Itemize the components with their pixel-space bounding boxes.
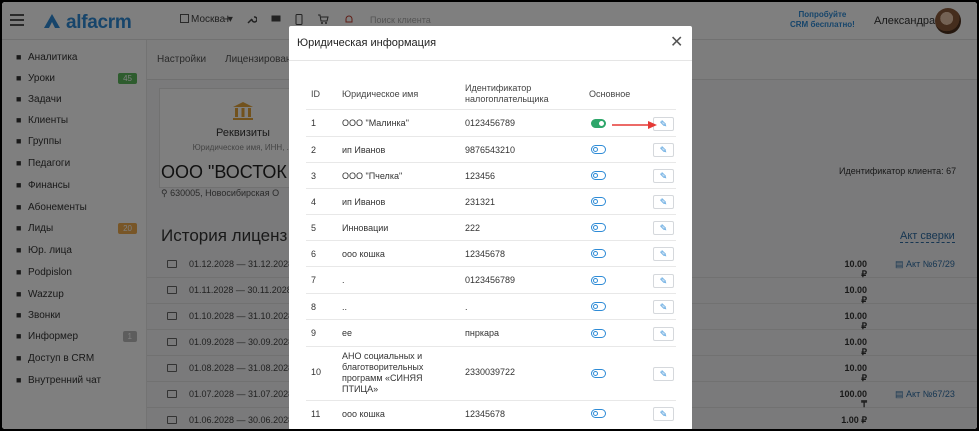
column-header-inn: Идентификатор налогоплательщика bbox=[465, 83, 549, 104]
row-id: 11 bbox=[311, 409, 321, 419]
pencil-icon: ✎ bbox=[659, 119, 668, 129]
row-id: 6 bbox=[311, 249, 317, 259]
main-toggle[interactable] bbox=[591, 276, 606, 285]
row-inn: 12345678 bbox=[465, 249, 506, 259]
row-legal-name: ооо кошка bbox=[342, 409, 385, 419]
edit-button[interactable]: ✎ bbox=[653, 221, 674, 235]
row-inn: 231321 bbox=[465, 197, 496, 207]
table-row: 10 АНО социальных и благотворительных про… bbox=[306, 346, 676, 400]
main-toggle[interactable] bbox=[591, 145, 606, 154]
pencil-icon: ✎ bbox=[659, 276, 668, 286]
row-inn: 12345678 bbox=[465, 409, 506, 419]
app-window: alfacrm Москва ▾ + Поиск клиента Попробу… bbox=[2, 2, 977, 429]
red-arrow-annotation bbox=[612, 121, 657, 129]
table-row: 9 ее пнркара ✎ bbox=[306, 319, 676, 346]
row-id: 7 bbox=[311, 275, 317, 285]
row-legal-name: ооо кошка bbox=[342, 249, 385, 259]
table-row: 3 ООО "Пчелка" 123456 ✎ bbox=[306, 162, 676, 188]
row-legal-name: ООО "Пчелка" bbox=[342, 171, 403, 181]
main-toggle[interactable] bbox=[591, 119, 606, 128]
column-header-main: Основное bbox=[589, 89, 631, 99]
main-toggle[interactable] bbox=[591, 223, 606, 232]
row-id: 4 bbox=[311, 197, 317, 207]
pencil-icon: ✎ bbox=[659, 197, 668, 207]
edit-button[interactable]: ✎ bbox=[653, 195, 674, 209]
pencil-icon: ✎ bbox=[659, 145, 668, 155]
pencil-icon: ✎ bbox=[659, 302, 668, 312]
modal-divider bbox=[289, 60, 692, 61]
row-id: 1 bbox=[311, 118, 317, 128]
edit-button[interactable]: ✎ bbox=[653, 247, 674, 261]
row-legal-name: Инновации bbox=[342, 223, 389, 233]
main-toggle[interactable] bbox=[591, 409, 606, 418]
table-row: 8... ✎ bbox=[306, 293, 676, 319]
row-legal-name: ип Иванов bbox=[342, 145, 386, 155]
edit-button[interactable]: ✎ bbox=[653, 300, 674, 314]
row-legal-name: АНО социальных и благотворительных прогр… bbox=[342, 351, 424, 394]
pencil-icon: ✎ bbox=[659, 409, 668, 419]
row-id: 2 bbox=[311, 145, 317, 155]
column-header-id: ID bbox=[311, 89, 320, 99]
close-icon[interactable]: ✕ bbox=[670, 32, 683, 52]
table-row: 7. 0123456789 ✎ bbox=[306, 266, 676, 293]
row-inn: 123456 bbox=[465, 171, 496, 181]
edit-button[interactable]: ✎ bbox=[653, 274, 674, 288]
edit-button[interactable]: ✎ bbox=[653, 169, 674, 183]
row-inn: 2330039722 bbox=[465, 367, 516, 377]
pencil-icon: ✎ bbox=[659, 369, 668, 379]
main-toggle[interactable] bbox=[591, 302, 606, 311]
row-legal-name: . bbox=[342, 275, 345, 285]
modal-title: Юридическая информация bbox=[297, 37, 437, 49]
row-inn: 9876543210 bbox=[465, 145, 516, 155]
row-id: 3 bbox=[311, 171, 317, 181]
row-inn: 0123456789 bbox=[465, 118, 516, 128]
main-toggle[interactable] bbox=[591, 197, 606, 206]
row-inn: пнркара bbox=[465, 328, 500, 338]
table-row: 2 ип Иванов 9876543210 ✎ bbox=[306, 136, 676, 162]
row-legal-name: .. bbox=[342, 302, 348, 312]
row-id: 10 bbox=[311, 367, 322, 377]
row-id: 9 bbox=[311, 328, 317, 338]
row-inn: 222 bbox=[465, 223, 481, 233]
edit-button[interactable]: ✎ bbox=[653, 407, 674, 421]
row-legal-name: ее bbox=[342, 328, 353, 338]
table-row: 5 Инновации 222 ✎ bbox=[306, 214, 676, 240]
pencil-icon: ✎ bbox=[659, 223, 668, 233]
edit-button[interactable]: ✎ bbox=[653, 367, 674, 381]
column-header-name: Юридическое имя bbox=[342, 89, 419, 99]
row-inn: 0123456789 bbox=[465, 275, 516, 285]
table-row: 6 ооо кошка 12345678 ✎ bbox=[306, 240, 676, 266]
pencil-icon: ✎ bbox=[659, 171, 668, 181]
main-toggle[interactable] bbox=[591, 171, 606, 180]
table-row: 4 ип Иванов 231321 ✎ bbox=[306, 188, 676, 214]
row-id: 5 bbox=[311, 223, 317, 233]
row-id: 8 bbox=[311, 302, 317, 312]
edit-button[interactable]: ✎ bbox=[653, 143, 674, 157]
pencil-icon: ✎ bbox=[659, 249, 668, 259]
table-row: 11 ооо кошка 12345678 ✎ bbox=[306, 400, 676, 426]
main-toggle[interactable] bbox=[591, 329, 606, 338]
row-legal-name: ООО "Малинка" bbox=[342, 118, 409, 128]
edit-button[interactable]: ✎ bbox=[653, 327, 674, 341]
pencil-icon: ✎ bbox=[659, 329, 668, 339]
main-toggle[interactable] bbox=[591, 369, 606, 378]
main-toggle[interactable] bbox=[591, 249, 606, 258]
row-inn: . bbox=[465, 302, 468, 312]
legal-info-modal: Юридическая информация ✕ ID Юридическое … bbox=[289, 26, 692, 429]
row-legal-name: ип Иванов bbox=[342, 197, 386, 207]
